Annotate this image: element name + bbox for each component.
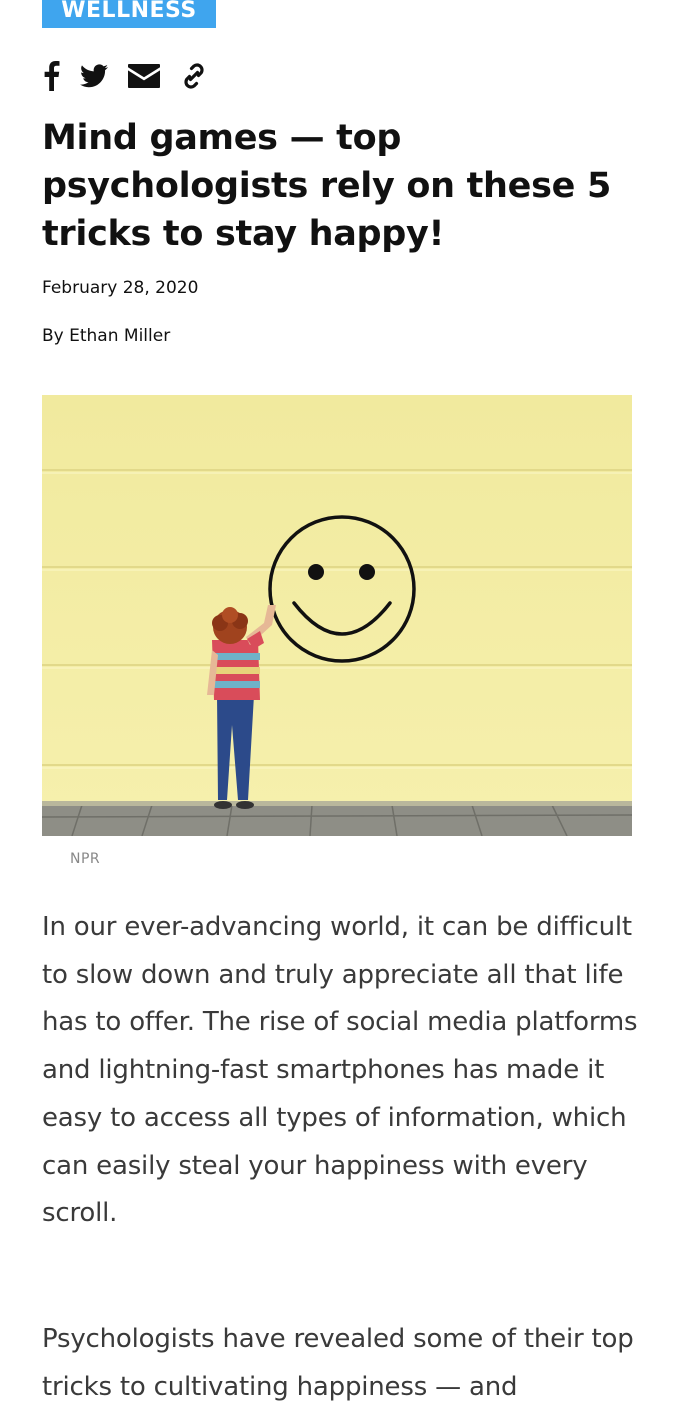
article-page: WELLNESS Mind games — top psychologists …	[0, 0, 674, 1414]
category-badge[interactable]: WELLNESS	[42, 0, 216, 28]
twitter-icon[interactable]	[80, 60, 108, 92]
facebook-icon[interactable]	[42, 60, 60, 92]
image-caption: NPR	[70, 851, 101, 867]
email-icon[interactable]	[128, 60, 160, 92]
link-icon[interactable]	[179, 60, 209, 92]
article-paragraph: In our ever-advancing world, it can be d…	[42, 912, 638, 1229]
hero-image	[42, 395, 632, 836]
share-bar	[42, 60, 209, 92]
article-paragraph: Psychologists have revealed some of thei…	[42, 1324, 634, 1402]
author-byline[interactable]: By Ethan Miller	[42, 326, 170, 346]
publish-date: February 28, 2020	[42, 278, 199, 298]
article-title: Mind games — top psychologists rely on t…	[42, 118, 612, 254]
